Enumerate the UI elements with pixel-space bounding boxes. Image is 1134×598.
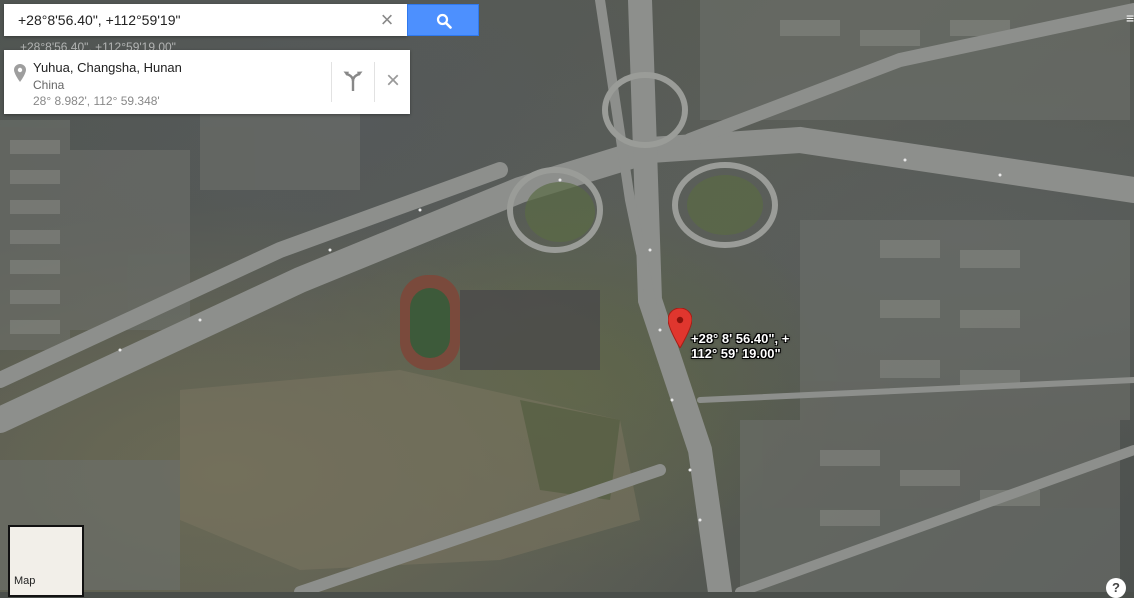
more-menu-icon[interactable]: ≡ bbox=[1126, 10, 1134, 26]
map-marker-icon[interactable] bbox=[668, 308, 692, 348]
search-input[interactable] bbox=[18, 4, 368, 36]
marker-label-line2: 112° 59' 19.00" bbox=[691, 346, 781, 361]
divider bbox=[374, 62, 375, 102]
place-pin-icon bbox=[14, 64, 26, 82]
marker-label: +28° 8' 56.40", + 112° 59' 19.00" bbox=[691, 331, 789, 361]
clear-icon[interactable]: × bbox=[377, 9, 397, 31]
search-icon bbox=[436, 13, 452, 29]
close-icon[interactable]: × bbox=[382, 69, 404, 93]
place-country: China bbox=[33, 78, 65, 92]
place-coordinates: 28° 8.982', 112° 59.348' bbox=[33, 94, 160, 108]
place-title[interactable]: Yuhua, Changsha, Hunan bbox=[33, 60, 182, 75]
directions-icon[interactable] bbox=[342, 70, 364, 92]
search-box: × bbox=[4, 4, 407, 36]
help-icon[interactable]: ? bbox=[1106, 578, 1126, 598]
search-button[interactable] bbox=[407, 4, 479, 36]
map-toggle-label: Map bbox=[14, 575, 36, 587]
map-view-toggle[interactable]: Map bbox=[8, 525, 84, 597]
marker-label-line1: +28° 8' 56.40", + bbox=[691, 331, 790, 346]
place-card: Yuhua, Changsha, Hunan China 28° 8.982',… bbox=[4, 50, 410, 114]
divider bbox=[331, 62, 332, 102]
